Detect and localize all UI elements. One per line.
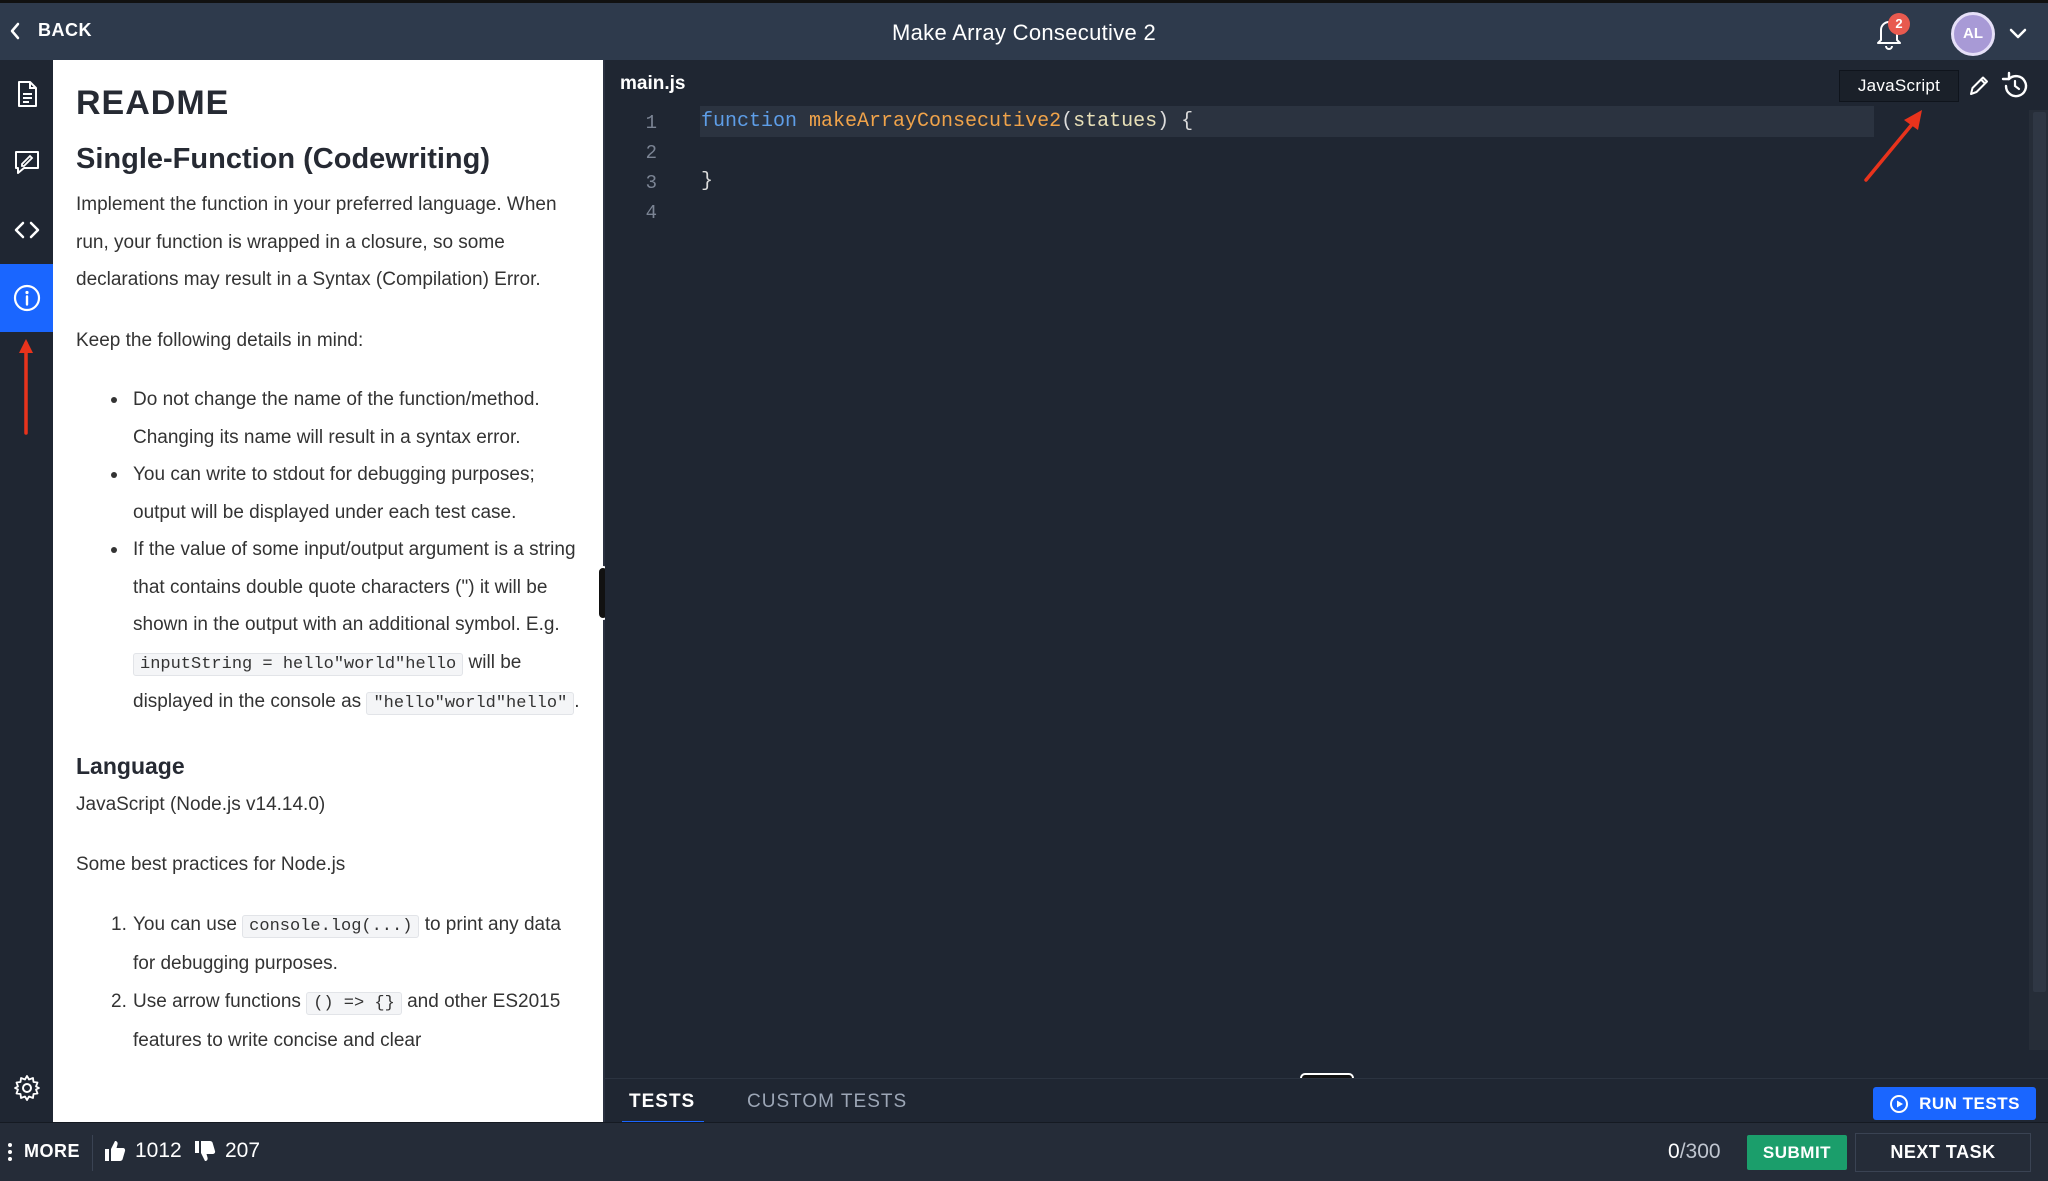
language-value: JavaScript (Node.js v14.14.0) — [76, 793, 326, 815]
list-item: 1. You can use console.log(...) to print… — [111, 906, 581, 983]
line-number: 4 — [645, 202, 657, 224]
code-icon — [14, 221, 39, 239]
readme-details-intro: Keep the following details in mind: — [76, 329, 364, 351]
code-line[interactable]: function makeArrayConsecutive2(statues) … — [701, 110, 1193, 133]
language-heading: Language — [76, 752, 185, 779]
run-tests-label: RUN TESTS — [1919, 1093, 2020, 1113]
score-display: 0/300 — [1668, 1140, 1721, 1164]
solutions-icon — [14, 151, 39, 174]
more-button[interactable]: MORE — [8, 1141, 80, 1162]
score-value: 0 — [1668, 1140, 1680, 1163]
annotation-arrow-up — [19, 339, 33, 435]
bottom-bar: MORE 1012 207 0/300 SUBMIT NEXT TASK — [0, 1122, 2048, 1181]
downvote-button[interactable]: 207 — [193, 1139, 260, 1163]
submit-button[interactable]: SUBMIT — [1747, 1135, 1847, 1170]
description-icon — [17, 81, 37, 107]
code-paren: ( — [1061, 110, 1074, 133]
best-practices-intro: Some best practices for Node.js — [76, 854, 346, 875]
upvote-count: 1012 — [135, 1139, 182, 1162]
list-number: 2. — [111, 990, 127, 1012]
thumbs-down-icon — [195, 1141, 216, 1161]
thumbs-up-icon — [105, 1141, 126, 1161]
play-circle-icon — [1890, 1094, 1909, 1113]
rail-info-button[interactable] — [0, 264, 53, 332]
left-rail — [0, 60, 53, 1122]
file-tab[interactable]: main.js — [620, 73, 685, 95]
readme-numbered-list: 1. You can use console.log(...) to print… — [111, 906, 581, 1060]
list-number: 1. — [111, 913, 127, 935]
more-label: MORE — [24, 1141, 80, 1161]
code-function-name: makeArrayConsecutive2 — [809, 110, 1062, 133]
divider — [92, 1135, 93, 1171]
next-task-button[interactable]: NEXT TASK — [1855, 1133, 2031, 1172]
rail-settings-button[interactable] — [0, 1054, 53, 1122]
code-editor[interactable]: main.js JavaScript 1 2 3 4 function make… — [605, 60, 2048, 1078]
page-title: Make Array Consecutive 2 — [892, 20, 1156, 45]
readme-panel: README Single-Function (Codewriting) Imp… — [53, 60, 603, 1122]
inline-code: "hello"world"hello" — [366, 692, 575, 715]
list-item: Do not change the name of the function/m… — [111, 381, 581, 456]
tab-tests[interactable]: TESTS — [629, 1091, 695, 1113]
rail-description-button[interactable] — [0, 60, 53, 128]
list-item: 2. Use arrow functions () => {} and othe… — [111, 983, 581, 1060]
reset-history-icon[interactable] — [1999, 70, 2031, 102]
list-item: If the value of some input/output argume… — [111, 531, 581, 723]
chevron-down-icon[interactable] — [2008, 23, 2028, 43]
readme-subheading: Single-Function (Codewriting) — [76, 143, 491, 175]
readme-intro: Implement the function in your preferred… — [76, 194, 557, 290]
settings-icon — [13, 1075, 40, 1101]
inline-code: () => {} — [306, 991, 402, 1015]
list-item: You can write to stdout for debugging pu… — [111, 456, 581, 531]
notification-badge: 2 — [1888, 13, 1910, 35]
tab-custom-tests[interactable]: CUSTOM TESTS — [747, 1091, 907, 1113]
editor-scrollbar-thumb[interactable] — [2033, 112, 2046, 992]
tests-bar: TESTS CUSTOM TESTS RUN TESTS — [605, 1078, 2048, 1124]
code-line[interactable]: } — [701, 170, 713, 193]
pencil-icon[interactable] — [1965, 72, 1991, 100]
code-keyword: function — [701, 110, 798, 133]
inline-code: inputString = hello"world"hello — [133, 652, 464, 676]
line-number: 1 — [645, 112, 657, 134]
upvote-button[interactable]: 1012 — [103, 1139, 182, 1163]
bullet-text: If the value of some input/output argume… — [133, 539, 576, 635]
rail-solutions-button[interactable] — [0, 128, 53, 196]
line-number: 2 — [645, 142, 657, 164]
bullet-text: . — [574, 691, 580, 712]
list-text: You can use — [133, 913, 237, 935]
score-total: /300 — [1679, 1140, 1721, 1163]
inline-code: console.log(...) — [242, 914, 420, 938]
avatar[interactable]: AL — [1951, 12, 1995, 56]
run-tests-button[interactable]: RUN TESTS — [1873, 1087, 2036, 1120]
code-param: statues — [1073, 110, 1158, 133]
readme-heading: README — [76, 84, 230, 122]
list-text: Use arrow functions — [133, 990, 301, 1012]
info-icon — [13, 284, 40, 312]
readme-bullet-list: Do not change the name of the function/m… — [111, 381, 581, 723]
top-bar: BACK Make Array Consecutive 2 2 AL — [0, 0, 2048, 60]
more-vertical-icon — [8, 1142, 12, 1161]
rail-code-button[interactable] — [0, 196, 53, 264]
code-close: ) { — [1157, 110, 1194, 133]
line-number: 3 — [645, 172, 657, 194]
code-closing-brace: } — [701, 170, 714, 193]
language-selector[interactable]: JavaScript — [1839, 70, 1959, 102]
downvote-count: 207 — [225, 1139, 261, 1162]
